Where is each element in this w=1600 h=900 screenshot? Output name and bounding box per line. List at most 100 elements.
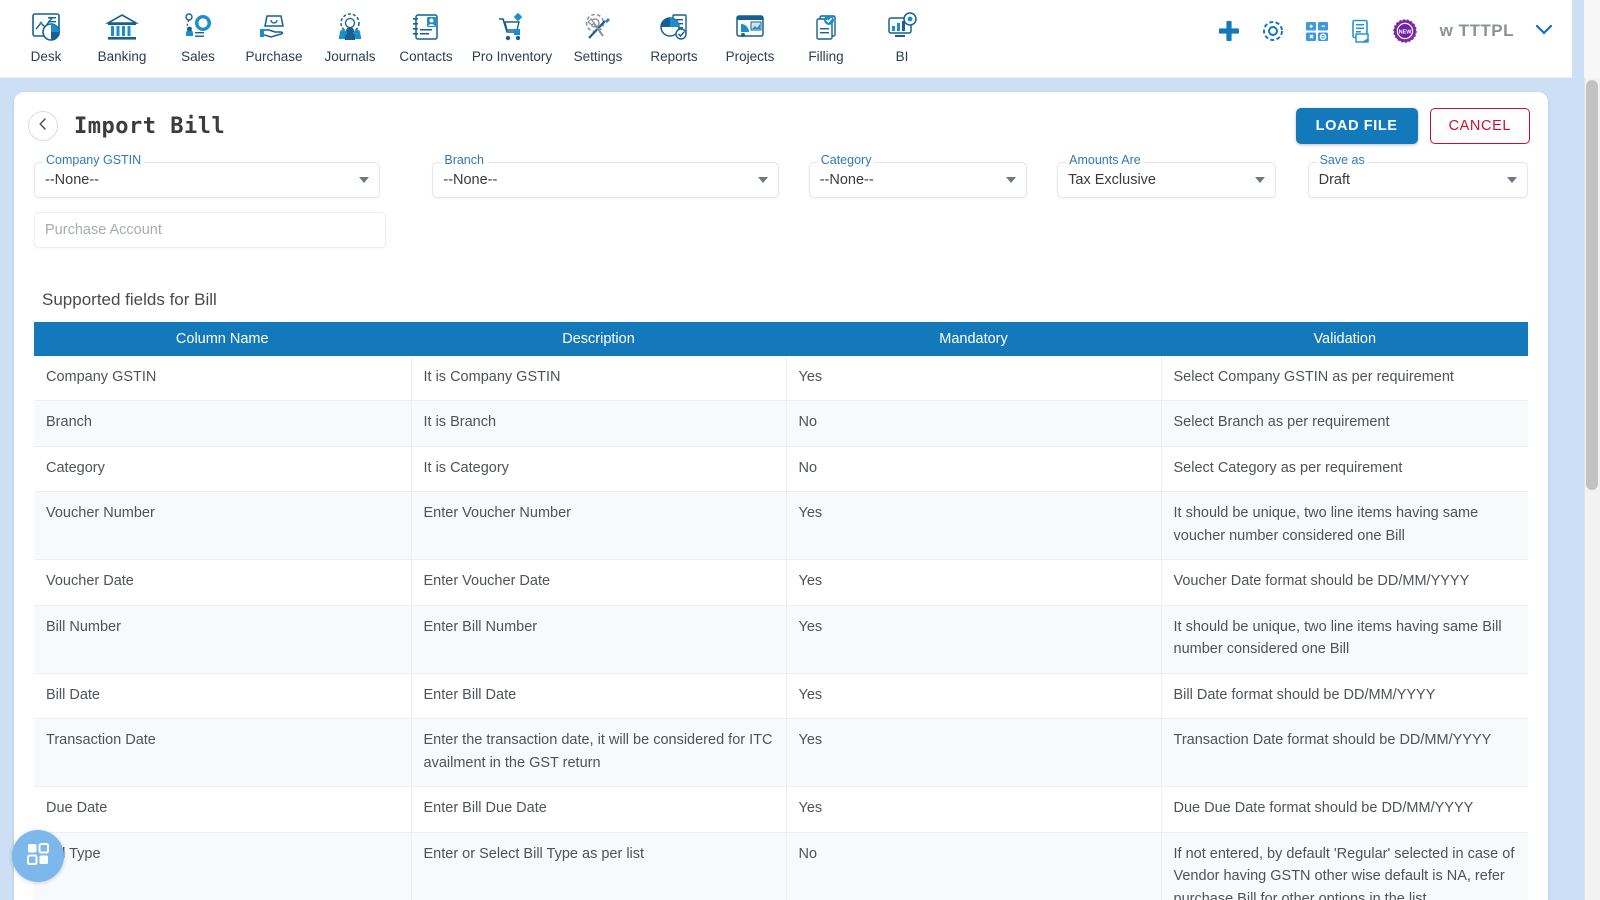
cell-validation: Select Company GSTIN as per requirement (1161, 356, 1528, 402)
cancel-button[interactable]: CANCEL (1429, 108, 1530, 144)
settings-icon (581, 6, 615, 48)
cell-column-name: Due Date (34, 786, 412, 833)
nav-item-desk[interactable]: Desk (8, 0, 84, 64)
table-header-row: Column Name Description Mandatory Valida… (34, 322, 1528, 356)
amounts-are-select[interactable]: Tax Exclusive (1057, 162, 1276, 198)
nav-label: Purchase (245, 49, 303, 64)
nav-label: Contacts (399, 49, 453, 64)
cell-column-name: Category (34, 446, 412, 493)
nav-label: BI (895, 49, 909, 64)
contacts-icon (409, 6, 443, 48)
cell-validation: Bill Date format should be DD/MM/YYYY (1161, 673, 1528, 720)
cell-column-name: Voucher Date (34, 559, 412, 606)
nav-item-sales[interactable]: Sales (160, 0, 236, 64)
import-bill-card: Import Bill LOAD FILE CANCEL Company GST… (14, 92, 1548, 900)
cell-mandatory: Yes (786, 356, 1162, 402)
table-row: Bill Number Enter Bill Number Yes It sho… (34, 605, 1528, 674)
cell-validation: Select Branch as per requirement (1161, 400, 1528, 447)
header-action-buttons: LOAD FILE CANCEL (1295, 108, 1530, 144)
branch-field: Branch --None-- (432, 150, 779, 198)
header-actions: NEW w TTTPL (1216, 0, 1572, 62)
nav-item-journals[interactable]: Journals (312, 0, 388, 64)
save-as-field: Save as Draft (1307, 150, 1528, 198)
nav-item-settings[interactable]: Settings (560, 0, 636, 64)
plus-icon[interactable] (1216, 18, 1242, 44)
inventory-icon (495, 6, 529, 48)
projects-icon (733, 6, 767, 48)
company-gstin-label: Company GSTIN (43, 153, 145, 167)
nav-label: Banking (97, 49, 147, 64)
gear-icon[interactable] (1260, 18, 1286, 44)
purchase-account-placeholder: Purchase Account (45, 222, 162, 238)
table-body: Company GSTIN It is Company GSTIN Yes Se… (34, 356, 1528, 900)
supported-fields-table: Column Name Description Mandatory Valida… (34, 322, 1528, 900)
purchase-icon (257, 6, 291, 48)
nav-item-purchase[interactable]: Purchase (236, 0, 312, 64)
cell-mandatory: No (786, 446, 1162, 493)
cell-mandatory: Yes (786, 718, 1162, 788)
nav-label: Projects (725, 49, 775, 64)
cell-description: Enter Bill Date (411, 673, 787, 720)
company-gstin-field: Company GSTIN --None-- (34, 150, 381, 198)
import-options-row: Company GSTIN --None-- Branch --None-- C… (14, 148, 1548, 198)
cell-description: Enter the transaction date, it will be c… (411, 718, 787, 788)
apps-launcher-fab[interactable] (12, 830, 64, 882)
cell-mandatory: Yes (786, 491, 1162, 561)
branch-label: Branch (441, 153, 487, 167)
nav-item-reports[interactable]: Reports (636, 0, 712, 64)
organization-name: w TTTPL (1439, 21, 1514, 40)
load-file-button[interactable]: LOAD FILE (1295, 108, 1418, 144)
nav-item-contacts[interactable]: Contacts (388, 0, 464, 64)
cell-column-name: Bill Type (34, 832, 412, 900)
supported-fields-table-wrap: Column Name Description Mandatory Valida… (14, 322, 1548, 900)
app-root: Desk Banking Sales Purchase Journals Con… (0, 0, 1600, 900)
chevron-left-icon (36, 117, 50, 136)
nav-item-bi[interactable]: BI (864, 0, 940, 64)
nav-item-filling[interactable]: Filling (788, 0, 864, 64)
cell-column-name: Transaction Date (34, 718, 412, 788)
category-label: Category (817, 153, 875, 167)
cell-column-name: Bill Number (34, 605, 412, 674)
nav-label: Journals (324, 49, 376, 64)
branch-select[interactable]: --None-- (432, 162, 779, 198)
nav-label: Settings (573, 49, 623, 64)
table-header: Column Name Description Mandatory Valida… (34, 322, 1528, 356)
company-gstin-select[interactable]: --None-- (34, 162, 381, 198)
journals-icon (333, 6, 367, 48)
nav-label: Sales (181, 49, 215, 64)
table-row: Category It is Category No Select Catego… (34, 446, 1528, 493)
cell-column-name: Voucher Number (34, 491, 412, 561)
branch-value: --None-- (443, 172, 498, 188)
chevron-down-icon (1507, 177, 1517, 183)
chevron-down-icon[interactable] (1532, 17, 1556, 46)
page-scrollbar-thumb[interactable] (1586, 80, 1598, 490)
nav-item-projects[interactable]: Projects (712, 0, 788, 64)
table-row: Voucher Number Enter Voucher Number Yes … (34, 491, 1528, 561)
th-column-name: Column Name (34, 322, 412, 356)
cell-mandatory: Yes (786, 605, 1162, 674)
nav-item-pro-inventory[interactable]: Pro Inventory (464, 0, 560, 64)
table-row: Company GSTIN It is Company GSTIN Yes Se… (34, 356, 1528, 402)
category-select[interactable]: --None-- (808, 162, 1028, 198)
chevron-down-icon (1006, 177, 1017, 183)
cell-validation: Select Category as per requirement (1161, 446, 1528, 493)
document-icon[interactable] (1348, 18, 1374, 44)
purchase-account-input[interactable]: Purchase Account (34, 212, 386, 248)
chevron-down-icon (757, 177, 768, 183)
nav-label: Reports (650, 49, 698, 64)
calculator-icon[interactable] (1304, 18, 1330, 44)
cell-mandatory: Yes (786, 673, 1162, 720)
scrollbar-corner (1584, 0, 1600, 78)
save-as-select[interactable]: Draft (1307, 162, 1528, 198)
table-row: Bill Date Enter Bill Date Yes Bill Date … (34, 673, 1528, 720)
card-header: Import Bill LOAD FILE CANCEL (14, 92, 1548, 148)
main-nav-items: Desk Banking Sales Purchase Journals Con… (0, 0, 940, 64)
cell-description: It is Branch (411, 400, 787, 447)
cell-validation: It should be unique, two line items havi… (1161, 491, 1528, 561)
nav-item-banking[interactable]: Banking (84, 0, 160, 64)
back-button[interactable] (28, 111, 58, 141)
category-value: --None-- (819, 172, 874, 188)
amounts-are-value: Tax Exclusive (1068, 172, 1156, 188)
new-badge-icon[interactable]: NEW (1392, 18, 1418, 44)
th-validation: Validation (1161, 322, 1528, 356)
